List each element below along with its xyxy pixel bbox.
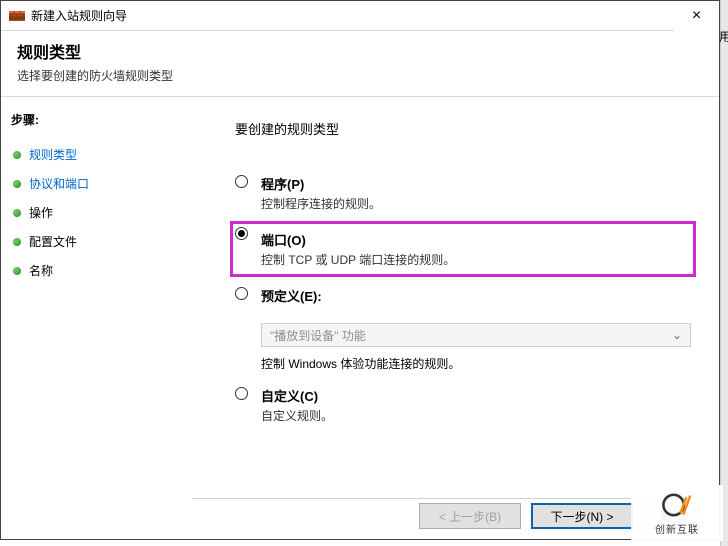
bullet-icon (13, 267, 21, 275)
wizard-content: 要创建的规则类型 程序(P) 控制程序连接的规则。 端口(O) 控制 TCP 或… (189, 97, 719, 515)
wizard-header: 规则类型 选择要创建的防火墙规则类型 (1, 31, 719, 97)
firewall-icon (9, 8, 25, 24)
option-title: 自定义(C) (261, 386, 691, 405)
option-title: 端口(O) (261, 230, 685, 249)
step-list: 规则类型 协议和端口 操作 配置文件 名称 (11, 140, 179, 285)
step-action[interactable]: 操作 (11, 198, 179, 227)
bullet-icon (13, 180, 21, 188)
predefined-select[interactable]: "播放到设备" 功能 ⌄ (261, 323, 691, 347)
step-label: 名称 (29, 262, 53, 279)
backdrop-char: 用 (719, 28, 728, 45)
radio-predefined[interactable] (235, 287, 248, 300)
option-port[interactable]: 端口(O) 控制 TCP 或 UDP 端口连接的规则。 (235, 226, 691, 272)
steps-heading: 步骤: (11, 111, 179, 128)
option-title: 程序(P) (261, 174, 691, 193)
option-predefined[interactable]: 预定义(E): (235, 286, 691, 305)
step-label: 配置文件 (29, 233, 77, 250)
content-prompt: 要创建的规则类型 (235, 119, 691, 138)
option-program[interactable]: 程序(P) 控制程序连接的规则。 (235, 174, 691, 212)
step-link[interactable]: 规则类型 (29, 146, 77, 163)
radio-program[interactable] (235, 175, 248, 188)
close-button[interactable]: × (674, 1, 719, 31)
footer-divider (193, 498, 719, 499)
step-label: 操作 (29, 204, 53, 221)
titlebar: 新建入站规则向导 × (1, 1, 719, 31)
steps-sidebar: 步骤: 规则类型 协议和端口 操作 配置文件 (1, 97, 189, 515)
option-title: 预定义(E): (261, 286, 691, 305)
step-rule-type[interactable]: 规则类型 (11, 140, 179, 169)
back-button: < 上一步(B) (419, 503, 521, 529)
step-link[interactable]: 协议和端口 (29, 175, 89, 192)
wizard-window: 新建入站规则向导 × 规则类型 选择要创建的防火墙规则类型 步骤: 规则类型 协… (0, 0, 720, 540)
option-desc: 自定义规则。 (261, 407, 691, 424)
parent-window-edge: 用 (720, 0, 728, 546)
page-subtitle: 选择要创建的防火墙规则类型 (17, 67, 703, 84)
option-desc: 控制 Windows 体验功能连接的规则。 (261, 355, 691, 372)
rule-type-options: 程序(P) 控制程序连接的规则。 端口(O) 控制 TCP 或 UDP 端口连接… (235, 174, 691, 424)
window-title: 新建入站规则向导 (31, 7, 674, 24)
option-desc: 控制程序连接的规则。 (261, 195, 691, 212)
page-title: 规则类型 (17, 39, 703, 63)
bullet-icon (13, 238, 21, 246)
option-desc: 控制 TCP 或 UDP 端口连接的规则。 (261, 251, 685, 268)
step-name[interactable]: 名称 (11, 256, 179, 285)
radio-port[interactable] (235, 227, 248, 240)
bullet-icon (13, 151, 21, 159)
wizard-body: 步骤: 规则类型 协议和端口 操作 配置文件 (1, 97, 719, 515)
radio-custom[interactable] (235, 387, 248, 400)
step-profile[interactable]: 配置文件 (11, 227, 179, 256)
option-custom[interactable]: 自定义(C) 自定义规则。 (235, 386, 691, 424)
next-button[interactable]: 下一步(N) > (531, 503, 633, 529)
step-protocol-port[interactable]: 协议和端口 (11, 169, 179, 198)
cancel-button[interactable]: 取消 (643, 503, 703, 529)
bullet-icon (13, 209, 21, 217)
chevron-down-icon: ⌄ (672, 328, 682, 342)
predefined-select-value: "播放到设备" 功能 (270, 327, 366, 344)
wizard-footer: < 上一步(B) 下一步(N) > 取消 (419, 503, 703, 529)
